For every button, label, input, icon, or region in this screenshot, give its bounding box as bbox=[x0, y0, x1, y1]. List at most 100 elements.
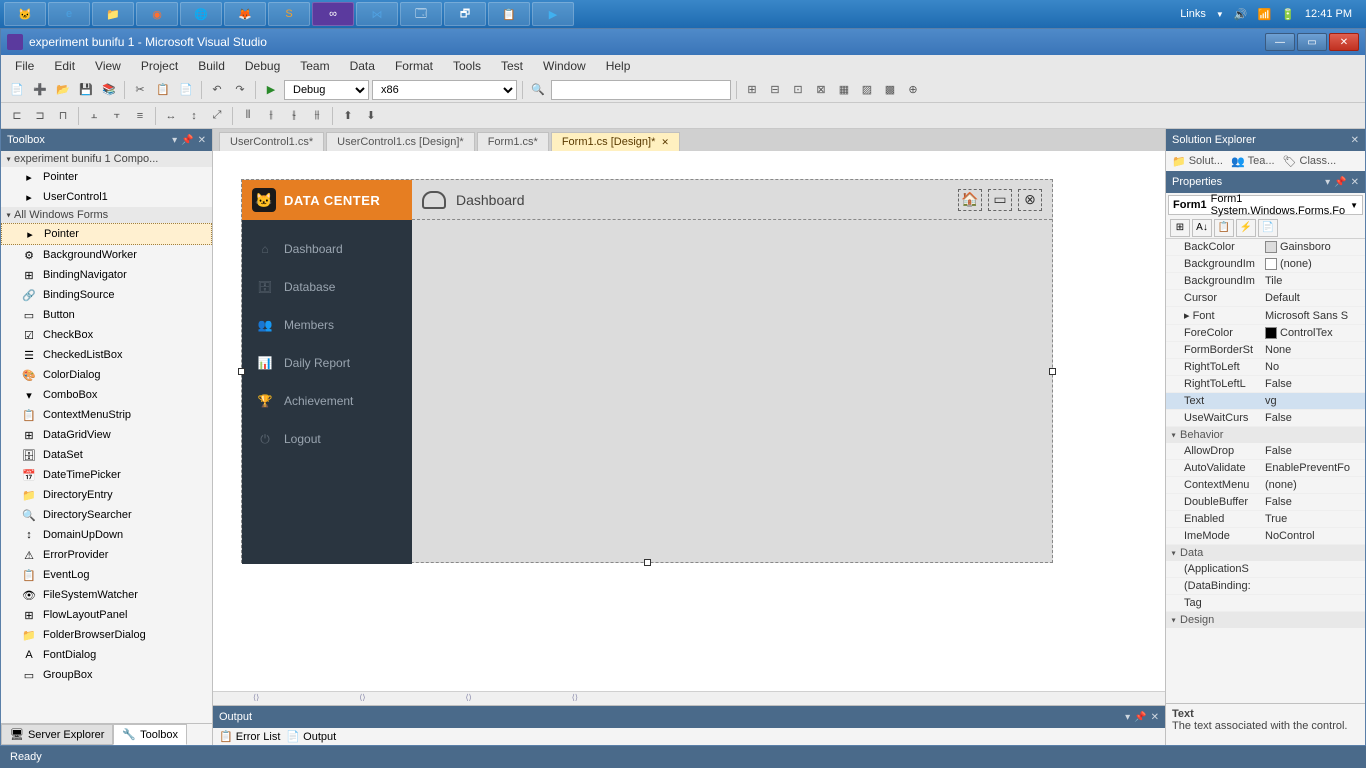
toolbox-item[interactable]: 📁DirectoryEntry bbox=[1, 485, 212, 505]
toolbar-button[interactable]: ⊟ bbox=[765, 80, 785, 100]
form-menu-item[interactable]: 📊Daily Report bbox=[242, 344, 412, 382]
spacing-button[interactable]: ⫴ bbox=[238, 106, 258, 126]
form-menu-item[interactable]: 🗄Database bbox=[242, 268, 412, 306]
toolbox-item[interactable]: 📅DateTimePicker bbox=[1, 465, 212, 485]
minimize-form-button[interactable]: ▭ bbox=[988, 189, 1012, 211]
toolbox-item[interactable]: 🎨ColorDialog bbox=[1, 365, 212, 385]
menu-help[interactable]: Help bbox=[596, 57, 641, 75]
save-all-button[interactable]: 📚 bbox=[99, 80, 119, 100]
property-row[interactable]: ImeModeNoControl bbox=[1166, 528, 1365, 545]
spacing-button[interactable]: ⫳ bbox=[284, 106, 304, 126]
menu-data[interactable]: Data bbox=[340, 57, 385, 75]
property-category[interactable]: Design bbox=[1166, 612, 1365, 628]
align-button[interactable]: ⊏ bbox=[7, 106, 27, 126]
paste-button[interactable]: 📄 bbox=[176, 80, 196, 100]
titlebar[interactable]: experiment bunifu 1 - Microsoft Visual S… bbox=[1, 29, 1365, 55]
add-item-button[interactable]: ➕ bbox=[30, 80, 50, 100]
property-row[interactable]: AllowDropFalse bbox=[1166, 443, 1365, 460]
platform-dropdown[interactable]: x86 bbox=[372, 80, 517, 100]
config-dropdown[interactable]: Debug bbox=[284, 80, 369, 100]
spacing-button[interactable]: ⫲ bbox=[261, 106, 281, 126]
taskbar-app[interactable]: e bbox=[48, 2, 90, 26]
taskbar-app[interactable]: 🐱 bbox=[4, 2, 46, 26]
network-icon[interactable]: 📶 bbox=[1258, 8, 1272, 21]
maximize-button[interactable]: ▭ bbox=[1297, 33, 1327, 51]
toolbar-button[interactable]: ⊠ bbox=[811, 80, 831, 100]
form-menu-item[interactable]: ⏻Logout bbox=[242, 420, 412, 458]
toolbar-button[interactable]: ⊡ bbox=[788, 80, 808, 100]
toolbar-button[interactable]: ⊞ bbox=[742, 80, 762, 100]
property-row[interactable]: ContextMenu(none) bbox=[1166, 477, 1365, 494]
dropdown-icon[interactable]: ▾ bbox=[172, 135, 177, 146]
menu-team[interactable]: Team bbox=[290, 57, 339, 75]
alphabetical-button[interactable]: A↓ bbox=[1192, 219, 1212, 237]
taskbar-app[interactable]: 📋 bbox=[488, 2, 530, 26]
open-button[interactable]: 📂 bbox=[53, 80, 73, 100]
toolbox-item[interactable]: 🗄DataSet bbox=[1, 445, 212, 465]
toolbox-item[interactable]: 📋EventLog bbox=[1, 565, 212, 585]
order-button[interactable]: ⬆ bbox=[338, 106, 358, 126]
close-icon[interactable]: ✕ bbox=[1351, 177, 1359, 188]
battery-icon[interactable]: 🔋 bbox=[1281, 8, 1295, 21]
minimize-button[interactable]: — bbox=[1265, 33, 1295, 51]
menu-test[interactable]: Test bbox=[491, 57, 533, 75]
toolbox-item[interactable]: 🔗BindingSource bbox=[1, 285, 212, 305]
taskbar-app[interactable]: ◉ bbox=[136, 2, 178, 26]
form-design[interactable]: 🐱 Data Center ⌂Dashboard🗄Database👥Member… bbox=[241, 179, 1053, 563]
toolbox-header[interactable]: Toolbox ▾ 📌 ✕ bbox=[1, 129, 212, 151]
sol-tab[interactable]: 👥Tea... bbox=[1231, 153, 1275, 169]
menu-file[interactable]: File bbox=[5, 57, 44, 75]
close-icon[interactable]: ✕ bbox=[1351, 135, 1359, 146]
toolbox-item[interactable]: ▸Pointer bbox=[1, 223, 212, 245]
pin-icon[interactable]: 📌 bbox=[1134, 712, 1146, 723]
close-icon[interactable]: ✕ bbox=[198, 135, 206, 146]
toolbox-group[interactable]: All Windows Forms bbox=[1, 207, 212, 223]
property-row[interactable]: RightToLeftNo bbox=[1166, 359, 1365, 376]
sol-tab[interactable]: 📁Solut... bbox=[1172, 153, 1223, 169]
document-tab[interactable]: UserControl1.cs* bbox=[219, 132, 324, 151]
property-row[interactable]: DoubleBufferFalse bbox=[1166, 494, 1365, 511]
find-input[interactable] bbox=[551, 80, 731, 100]
close-icon[interactable]: ✕ bbox=[1151, 712, 1159, 723]
taskbar-app[interactable]: 🦊 bbox=[224, 2, 266, 26]
order-button[interactable]: ⬇ bbox=[361, 106, 381, 126]
toolbar-button[interactable]: ▩ bbox=[880, 80, 900, 100]
document-tab[interactable]: UserControl1.cs [Design]* bbox=[326, 132, 475, 151]
menu-window[interactable]: Window bbox=[533, 57, 596, 75]
save-button[interactable]: 💾 bbox=[76, 80, 96, 100]
property-row[interactable]: CursorDefault bbox=[1166, 290, 1365, 307]
menu-project[interactable]: Project bbox=[131, 57, 188, 75]
form-topbar[interactable]: Dashboard 🏠 ▭ ⊗ bbox=[412, 180, 1052, 220]
redo-button[interactable]: ↷ bbox=[230, 80, 250, 100]
property-row[interactable]: Textvg bbox=[1166, 393, 1365, 410]
designer-surface[interactable]: 🐱 Data Center ⌂Dashboard🗄Database👥Member… bbox=[213, 151, 1165, 691]
taskbar-app[interactable]: ⋈ bbox=[356, 2, 398, 26]
document-tab[interactable]: Form1.cs [Design]* bbox=[551, 132, 680, 151]
property-row[interactable]: (DataBinding: bbox=[1166, 578, 1365, 595]
size-button[interactable]: ↕ bbox=[184, 106, 204, 126]
align-button[interactable]: ≡ bbox=[130, 106, 150, 126]
toolbox-item[interactable]: ⊞DataGridView bbox=[1, 425, 212, 445]
home-button[interactable]: 🏠 bbox=[958, 189, 982, 211]
property-row[interactable]: AutoValidateEnablePreventFo bbox=[1166, 460, 1365, 477]
align-button[interactable]: ⫟ bbox=[107, 106, 127, 126]
taskbar-app[interactable]: 🌐 bbox=[180, 2, 222, 26]
solution-explorer-header[interactable]: Solution Explorer ✕ bbox=[1166, 129, 1365, 151]
toolbox-item[interactable]: ⊞FlowLayoutPanel bbox=[1, 605, 212, 625]
close-button[interactable]: ✕ bbox=[1329, 33, 1359, 51]
menu-format[interactable]: Format bbox=[385, 57, 443, 75]
toolbox-item[interactable]: ⚙BackgroundWorker bbox=[1, 245, 212, 265]
size-button[interactable]: ↔ bbox=[161, 106, 181, 126]
taskbar-app[interactable]: 📁 bbox=[92, 2, 134, 26]
categorized-button[interactable]: ⊞ bbox=[1170, 219, 1190, 237]
toolbox-item[interactable]: 📋ContextMenuStrip bbox=[1, 405, 212, 425]
toolbar-button[interactable]: ▦ bbox=[834, 80, 854, 100]
new-project-button[interactable]: 📄 bbox=[7, 80, 27, 100]
form-menu-item[interactable]: 👥Members bbox=[242, 306, 412, 344]
toolbox-item[interactable]: ☑CheckBox bbox=[1, 325, 212, 345]
pin-icon[interactable]: 📌 bbox=[1334, 177, 1346, 188]
menu-debug[interactable]: Debug bbox=[235, 57, 290, 75]
property-row[interactable]: EnabledTrue bbox=[1166, 511, 1365, 528]
volume-icon[interactable]: 🔊 bbox=[1234, 8, 1248, 21]
find-button[interactable]: 🔍 bbox=[528, 80, 548, 100]
